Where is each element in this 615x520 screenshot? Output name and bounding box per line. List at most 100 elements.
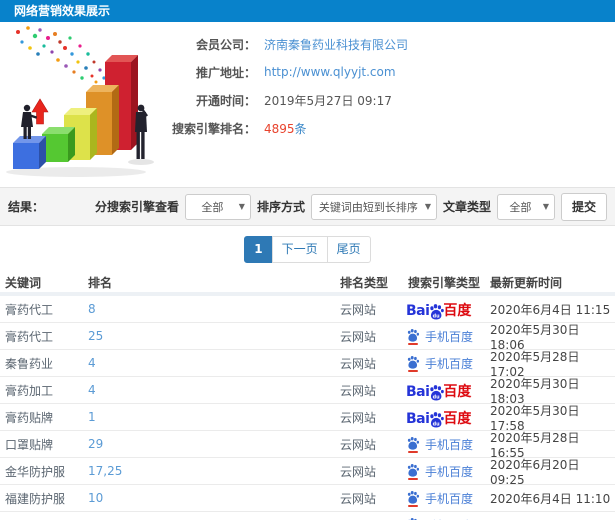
baidu-mobile-logo: 手机百度	[406, 517, 473, 520]
rank-cell[interactable]: 25	[88, 329, 337, 343]
bar-chart-clipart-icon	[6, 26, 154, 177]
engine-view-label: 分搜索引擎查看	[94, 200, 179, 214]
table-row: 膏药加工 4 云网站 Bai du 百度 2020年5月30日 18:03	[0, 377, 615, 406]
info-row-company: 会员公司： 济南秦鲁药业科技有限公司	[170, 30, 615, 58]
baidu-paw-icon	[407, 436, 420, 450]
info-row-open-time: 开通时间： 2019年5月27日 09:17	[170, 86, 615, 114]
header-update-time: 最新更新时间	[490, 275, 563, 290]
engine-cell: 手机百度	[400, 328, 490, 345]
rank-cell[interactable]: 8	[88, 302, 337, 316]
result-label: 结果：	[8, 200, 45, 214]
rank-cell[interactable]: 4	[88, 356, 337, 370]
info-section: 会员公司： 济南秦鲁药业科技有限公司 推广地址： http://www.qlyy…	[0, 22, 615, 187]
bar-green	[42, 127, 75, 162]
engine-cell: Bai du 百度	[400, 409, 490, 428]
header-rank-type: 排名类型	[340, 275, 389, 290]
engine-cell: 手机百度	[400, 517, 490, 520]
results-table: 关键词 排名 排名类型 搜索引擎类型 最新更新时间 膏药代工 8 云网站 Bai	[0, 272, 615, 520]
last-page-button[interactable]: 尾页	[326, 235, 371, 263]
info-row-url: 推广地址： http://www.qlyyjt.com	[170, 58, 615, 86]
baidu-paw-icon	[407, 355, 420, 369]
baidu-mobile-logo: 手机百度	[406, 436, 473, 453]
submit-button[interactable]: 提交	[560, 192, 607, 221]
baidu-logo: Bai du 百度	[406, 383, 472, 401]
engine-rank-label: 搜索引擎排名：	[171, 121, 256, 136]
header-keyword: 关键词	[5, 275, 42, 290]
results-table-body: 膏药代工 8 云网站 Bai du 百度 2020年6月4日 11:15 膏药代…	[0, 296, 615, 520]
keyword-cell: 福建防护服	[5, 491, 66, 506]
baidu-paw-icon: du	[430, 411, 445, 428]
keyword-cell: 口罩贴牌	[5, 437, 54, 452]
chevron-down-icon: ▼	[542, 202, 549, 211]
open-time-value: 2019年5月27日 09:17	[264, 93, 392, 108]
businessman-right	[135, 104, 148, 159]
baidu-paw-icon: du	[430, 384, 445, 401]
page-1-button[interactable]: 1	[244, 235, 273, 263]
chevron-down-icon: ▼	[238, 202, 245, 211]
rank-cell[interactable]: 10	[88, 491, 337, 505]
article-type-select[interactable]: 全部 ▼	[496, 193, 555, 220]
open-time-label: 开通时间：	[195, 93, 256, 108]
up-arrow-icon	[31, 98, 49, 125]
baidu-paw-icon	[408, 517, 417, 520]
confetti-dots	[16, 26, 114, 96]
rank-type-cell: 云网站	[340, 302, 377, 317]
rank-cell[interactable]: 17,25	[88, 464, 337, 478]
keyword-cell: 膏药代工	[5, 329, 54, 344]
table-row: 秦鲁药业 4 云网站 手机百度 2020年5月28日 17:02	[0, 350, 615, 379]
info-row-rank-count: 搜索引擎排名： 4895条	[170, 114, 615, 142]
table-row: 膏药代工 25 云网站 手机百度 2020年5月30日 18:06	[0, 323, 615, 352]
sort-label: 排序方式	[256, 200, 305, 214]
rank-cell[interactable]: 4	[88, 383, 337, 397]
svg-text:du: du	[433, 394, 441, 400]
baidu-mobile-underline	[408, 369, 418, 372]
next-page-button[interactable]: 下一页	[271, 235, 328, 263]
baidu-paw-icon	[407, 463, 420, 477]
rank-type-cell: 云网站	[340, 491, 377, 506]
promo-url-link[interactable]: http://www.qlyyjt.com	[264, 65, 396, 79]
table-row: 膏药代工 8 云网站 Bai du 百度 2020年6月4日 11:15	[0, 296, 615, 323]
engine-view-select[interactable]: 全部 ▼	[184, 193, 251, 220]
keyword-cell: 秦鲁药业	[5, 356, 54, 371]
engine-cell: 手机百度	[400, 436, 490, 453]
update-time-cell: 2020年6月4日 11:10	[490, 491, 611, 506]
keyword-cell: 膏药贴牌	[5, 410, 54, 425]
engine-cell: 手机百度	[400, 355, 490, 372]
engine-cell: Bai du 百度	[400, 301, 490, 320]
baidu-mobile-logo: 手机百度	[406, 490, 473, 507]
chevron-down-icon: ▼	[424, 202, 431, 211]
table-row: 口罩贴牌 29 云网站 手机百度 2020年5月28日 16:55	[0, 431, 615, 460]
table-row: 膏药贴牌 1 云网站 Bai du 百度 2020年5月30日 17:58	[0, 404, 615, 433]
svg-text:du: du	[433, 421, 441, 427]
rank-type-cell: 云网站	[340, 464, 377, 479]
baidu-paw-icon: du	[430, 303, 445, 320]
rank-type-cell: 云网站	[340, 383, 377, 398]
rank-cell[interactable]: 1	[88, 410, 337, 424]
rank-type-cell: 云网站	[340, 437, 377, 452]
sort-select[interactable]: 关键词由短到长排序 ▼	[310, 193, 437, 220]
rank-type-cell: 云网站	[340, 329, 377, 344]
table-row: 金华防护服 17,25 云网站 手机百度 2020年6月20日 09:25	[0, 457, 615, 487]
promo-url-label: 推广地址：	[195, 65, 256, 80]
table-row: 福建防护服 10 云网站 手机百度 2020年6月4日 11:10	[0, 485, 615, 512]
header-engine-type: 搜索引擎类型	[408, 275, 481, 290]
engine-cell: 手机百度	[400, 463, 490, 480]
company-name-link[interactable]: 济南秦鲁药业科技有限公司	[264, 36, 408, 53]
company-label: 会员公司：	[195, 37, 256, 52]
baidu-logo: Bai du 百度	[406, 302, 472, 320]
keyword-cell: 膏药代工	[5, 302, 54, 317]
baidu-mobile-logo: 手机百度	[406, 463, 473, 480]
update-time-cell: 2020年6月4日 11:15	[490, 302, 611, 317]
baidu-mobile-underline	[408, 477, 418, 480]
rank-type-cell: 云网站	[340, 410, 377, 425]
baidu-paw-icon	[407, 328, 420, 342]
pagination: 1 下一页 尾页	[0, 226, 615, 272]
member-info: 会员公司： 济南秦鲁药业科技有限公司 推广地址： http://www.qlyy…	[170, 30, 615, 142]
keyword-cell: 膏药加工	[5, 383, 54, 398]
svg-text:du: du	[433, 313, 441, 319]
update-time-cell: 2020年6月20日 09:25	[490, 457, 580, 487]
rank-cell[interactable]: 29	[88, 437, 337, 451]
baidu-mobile-underline	[408, 342, 418, 345]
baidu-mobile-logo: 手机百度	[406, 328, 473, 345]
page-title: 网络营销效果展示	[0, 0, 615, 22]
